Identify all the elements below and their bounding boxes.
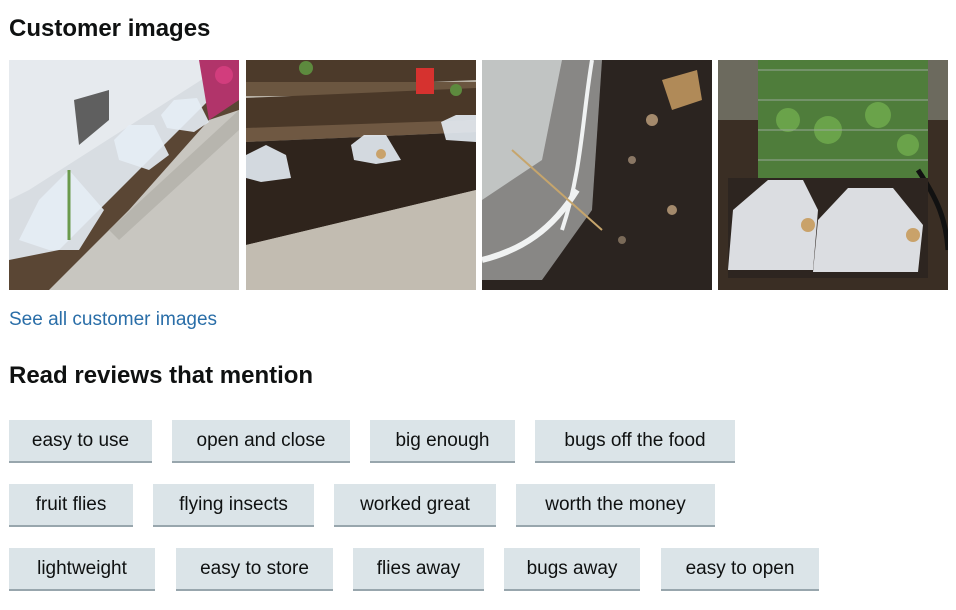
mention-chip-easy-to-open[interactable]: easy to open — [661, 548, 819, 591]
mention-chip-flies-away[interactable]: flies away — [353, 548, 484, 591]
customer-image-2-picture — [246, 60, 476, 290]
mention-chip-big-enough[interactable]: big enough — [370, 420, 515, 463]
see-all-customer-images-link[interactable]: See all customer images — [9, 306, 217, 334]
mention-chip-easy-to-store[interactable]: easy to store — [176, 548, 333, 591]
customer-image-4-picture — [718, 60, 948, 290]
customer-image-2[interactable] — [246, 60, 476, 290]
customer-image-1-picture — [9, 60, 239, 290]
customer-image-4[interactable] — [718, 60, 948, 290]
customer-images-heading: Customer images — [9, 15, 211, 42]
mention-chip-bugs-off-the-food[interactable]: bugs off the food — [535, 420, 735, 463]
mention-chip-bugs-away[interactable]: bugs away — [504, 548, 640, 591]
mention-chip-worked-great[interactable]: worked great — [334, 484, 496, 527]
mention-chip-lightweight[interactable]: lightweight — [9, 548, 155, 591]
mention-chip-fruit-flies[interactable]: fruit flies — [9, 484, 133, 527]
customer-image-1[interactable] — [9, 60, 239, 290]
read-reviews-heading: Read reviews that mention — [9, 362, 314, 389]
mention-chip-worth-the-money[interactable]: worth the money — [516, 484, 715, 527]
mention-chip-easy-to-use[interactable]: easy to use — [9, 420, 152, 463]
customer-image-3[interactable] — [482, 60, 712, 290]
mention-chip-flying-insects[interactable]: flying insects — [153, 484, 314, 527]
customer-image-3-picture — [482, 60, 712, 290]
mention-chip-open-and-close[interactable]: open and close — [172, 420, 350, 463]
